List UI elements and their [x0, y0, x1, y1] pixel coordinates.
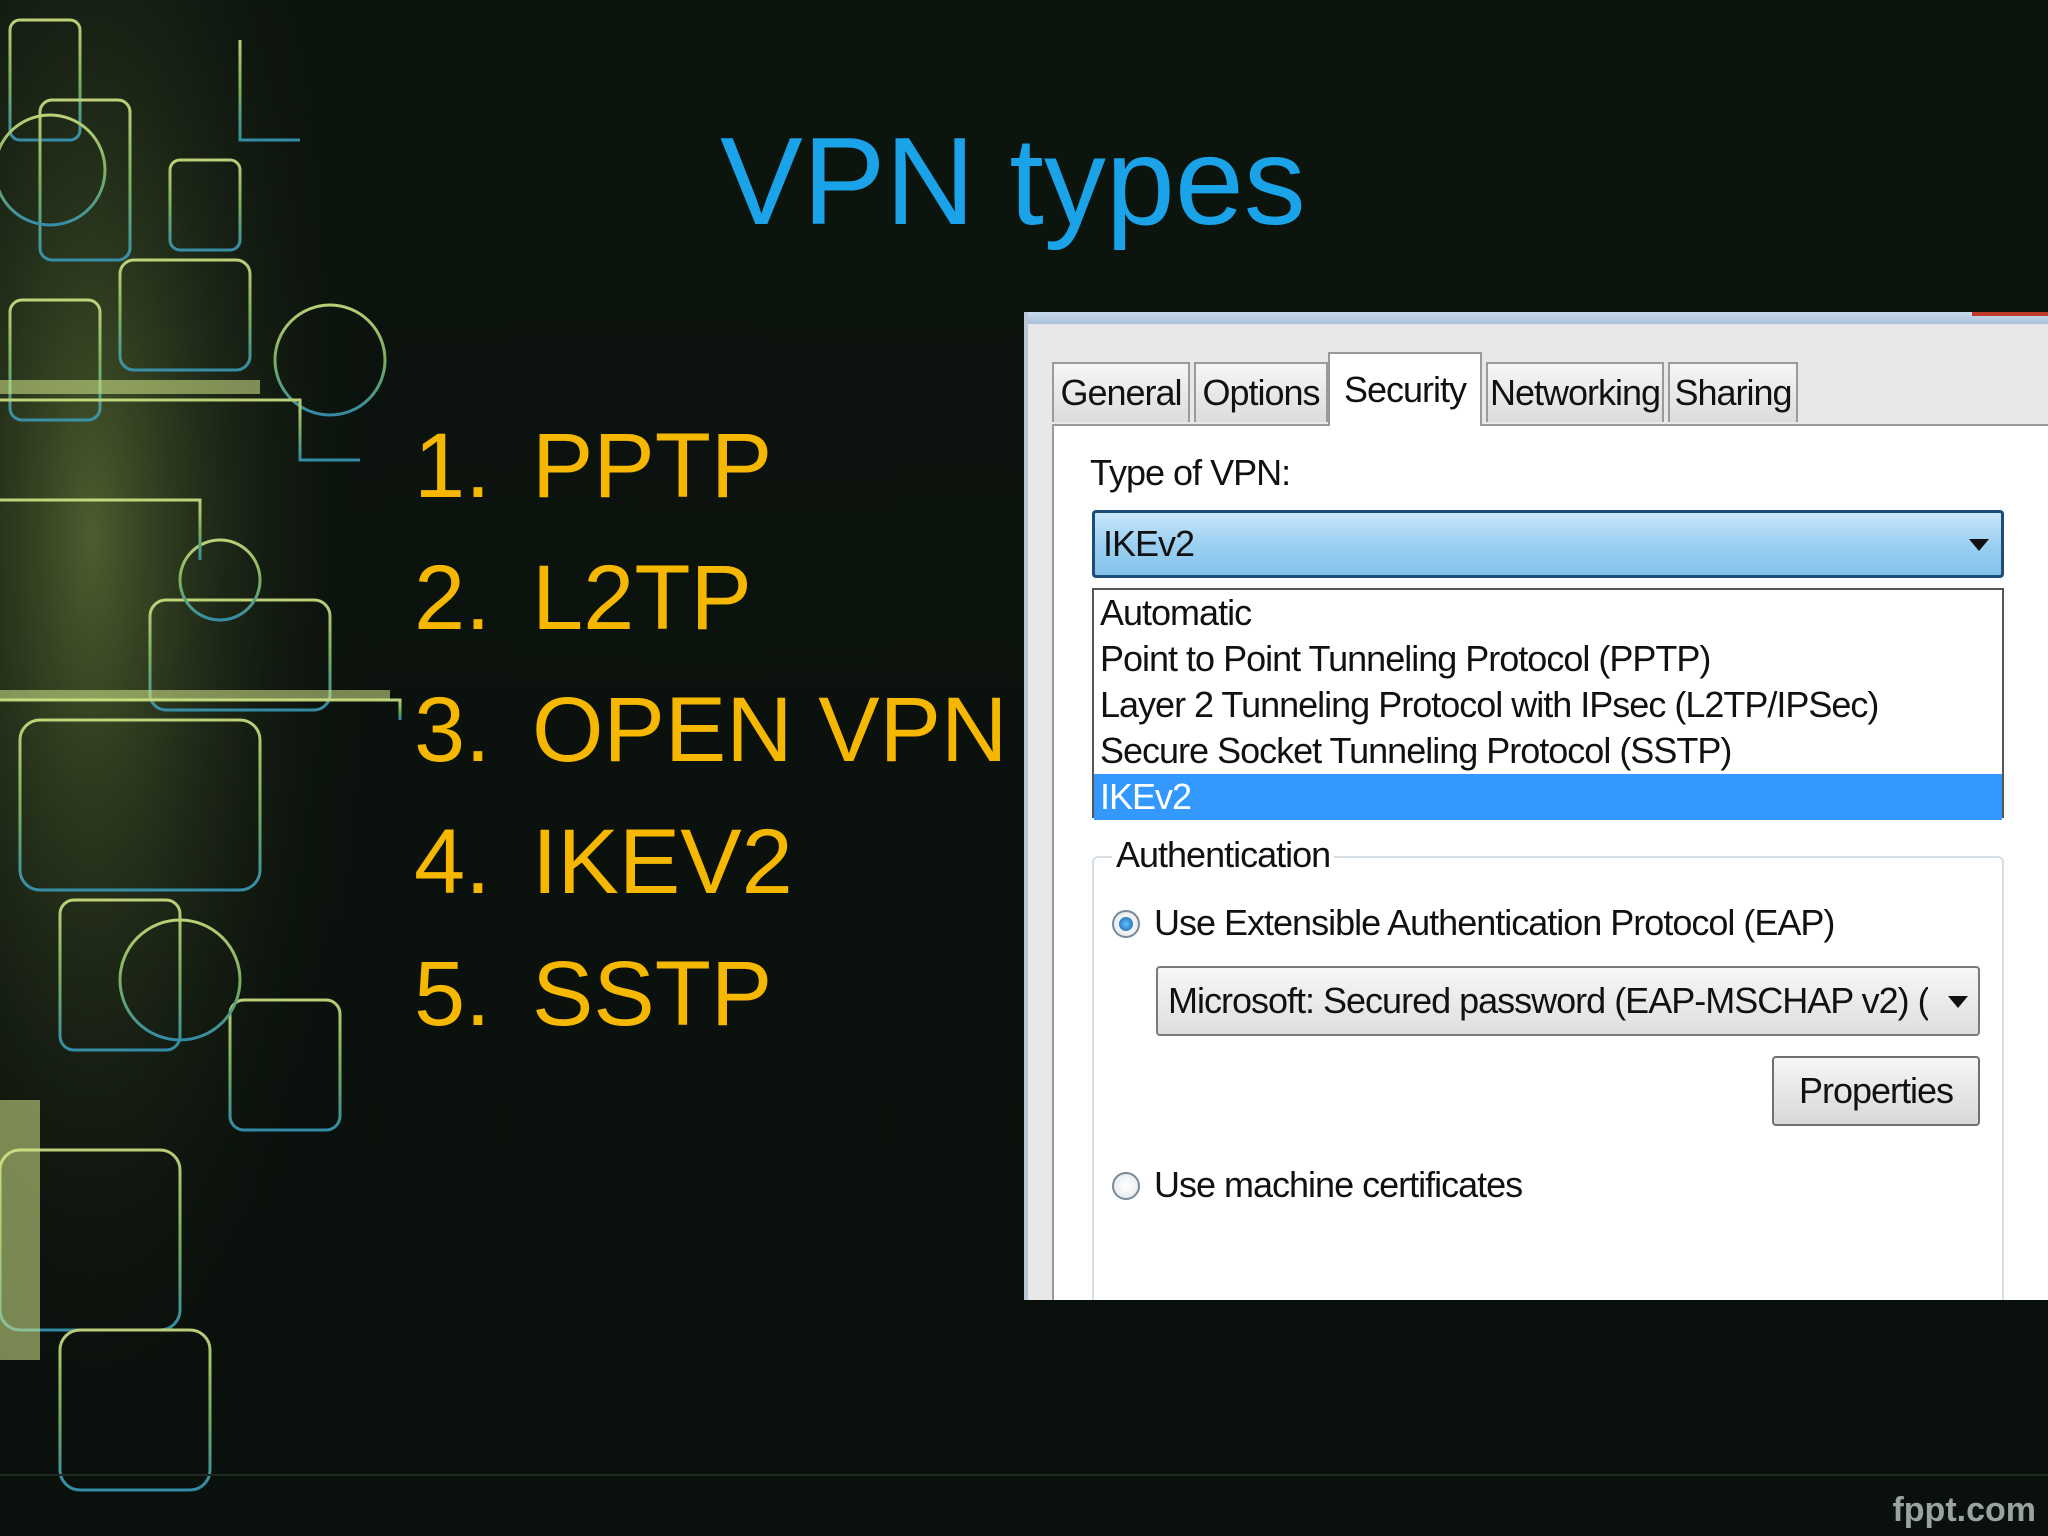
- slide-title: VPN types: [720, 113, 1306, 251]
- dropdown-option-sstp[interactable]: Secure Socket Tunneling Protocol (SSTP): [1094, 728, 2002, 774]
- list-label: PPTP: [532, 415, 773, 517]
- machine-cert-radio-label[interactable]: Use machine certificates: [1154, 1164, 1523, 1206]
- list-number: 4.: [414, 811, 491, 913]
- list-item: 2. L2TP: [414, 532, 1007, 664]
- vpn-types-list: 1. PPTP 2. L2TP 3. OPEN VPN 4. IKEV2 5. SSTP: [414, 400, 1007, 1060]
- list-label: OPEN VPN: [532, 679, 1008, 781]
- tab-networking[interactable]: Networking: [1486, 362, 1664, 422]
- eap-method-value: Microsoft: Secured password (EAP-MSCHAP …: [1168, 980, 1928, 1021]
- close-button-edge[interactable]: [1972, 312, 2048, 316]
- authentication-legend: Authentication: [1112, 834, 1335, 876]
- chevron-down-icon[interactable]: [1948, 996, 1968, 1008]
- dialog-title-bar: [1028, 312, 2048, 324]
- vpn-type-dropdown-list: Automatic Point to Point Tunneling Proto…: [1092, 588, 2004, 820]
- vpn-properties-dialog: General Options Security Networking Shar…: [1024, 312, 2048, 1300]
- vpn-type-value: IKEv2: [1103, 523, 1195, 564]
- list-number: 2.: [414, 547, 491, 649]
- machine-cert-radio[interactable]: [1112, 1172, 1140, 1200]
- dropdown-option-ikev2[interactable]: IKEv2: [1094, 774, 2002, 820]
- list-number: 1.: [414, 415, 491, 517]
- list-number: 3.: [414, 679, 491, 781]
- list-item: 4. IKEV2: [414, 796, 1007, 928]
- slide: VPN types 1. PPTP 2. L2TP 3. OPEN VPN 4. IKE…: [0, 0, 2048, 1536]
- list-label: L2TP: [532, 547, 752, 649]
- tab-options[interactable]: Options: [1194, 362, 1328, 422]
- vpn-type-select[interactable]: IKEv2: [1092, 510, 2004, 578]
- list-label: SSTP: [532, 943, 773, 1045]
- properties-button[interactable]: Properties: [1772, 1056, 1980, 1126]
- eap-method-select[interactable]: Microsoft: Secured password (EAP-MSCHAP …: [1156, 966, 1980, 1036]
- tab-general[interactable]: General: [1052, 362, 1190, 422]
- list-item: 5. SSTP: [414, 928, 1007, 1060]
- dropdown-option-pptp[interactable]: Point to Point Tunneling Protocol (PPTP): [1094, 636, 2002, 682]
- list-number: 5.: [414, 943, 491, 1045]
- footer-brand: fppt.com: [1892, 1491, 2036, 1529]
- tab-security[interactable]: Security: [1328, 352, 1482, 426]
- vpn-type-label: Type of VPN:: [1090, 452, 1291, 493]
- footer-divider: [0, 1474, 2048, 1476]
- circuit-decoration: [0, 0, 460, 1536]
- dropdown-option-automatic[interactable]: Automatic: [1094, 590, 2002, 636]
- chevron-down-icon[interactable]: [1969, 539, 1989, 551]
- list-label: IKEV2: [532, 811, 793, 913]
- eap-radio[interactable]: [1112, 910, 1140, 938]
- dropdown-option-l2tp[interactable]: Layer 2 Tunneling Protocol with IPsec (L…: [1094, 682, 2002, 728]
- list-item: 3. OPEN VPN: [414, 664, 1007, 796]
- tab-sharing[interactable]: Sharing: [1668, 362, 1798, 422]
- list-item: 1. PPTP: [414, 400, 1007, 532]
- eap-radio-label[interactable]: Use Extensible Authentication Protocol (…: [1154, 902, 1835, 944]
